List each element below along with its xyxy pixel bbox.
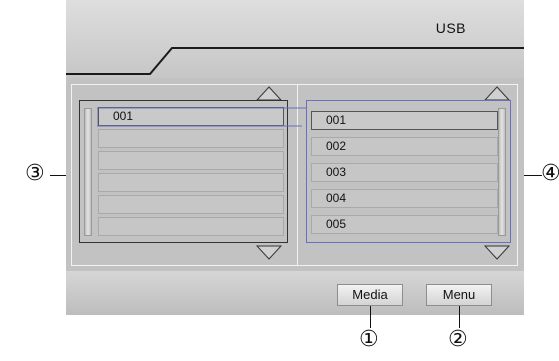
tv-screen: USB 001 001 002 003 004 005 Media Menu [66,0,524,315]
scrollbar[interactable] [498,108,506,236]
triangle-down-icon[interactable] [256,245,282,260]
list-item[interactable] [98,173,284,192]
list-item[interactable] [98,195,284,214]
triangle-down-icon[interactable] [484,245,510,260]
list-item[interactable] [98,151,284,170]
selection-link [97,107,306,127]
list-item[interactable]: 003 [311,163,498,182]
media-button[interactable]: Media [337,284,403,306]
triangle-up-icon[interactable] [256,86,282,101]
header-bar: USB [66,0,524,78]
list-item[interactable] [98,217,284,236]
callout-line [370,306,371,328]
callout-line [50,175,66,176]
callout-2: ② [448,327,468,352]
source-title: USB [435,20,466,36]
callout-3: ③ [25,161,45,186]
list-item[interactable]: 004 [311,189,498,208]
list-item[interactable]: 001 [311,111,498,130]
scrollbar[interactable] [84,108,92,236]
callout-1: ① [359,327,379,352]
triangle-up-icon[interactable] [484,86,510,101]
list-item[interactable]: 002 [311,137,498,156]
header-decoration [66,47,524,75]
menu-button[interactable]: Menu [426,284,492,306]
file-browser: 001 001 002 003 004 005 [66,78,524,271]
file-panel: 001 002 003 004 005 [306,100,511,243]
list-item[interactable] [98,129,284,148]
callout-4: ④ [541,161,559,186]
callout-line [459,306,460,328]
footer-bar: Media Menu [66,271,524,315]
list-item[interactable]: 005 [311,215,498,234]
callout-line [524,175,542,176]
